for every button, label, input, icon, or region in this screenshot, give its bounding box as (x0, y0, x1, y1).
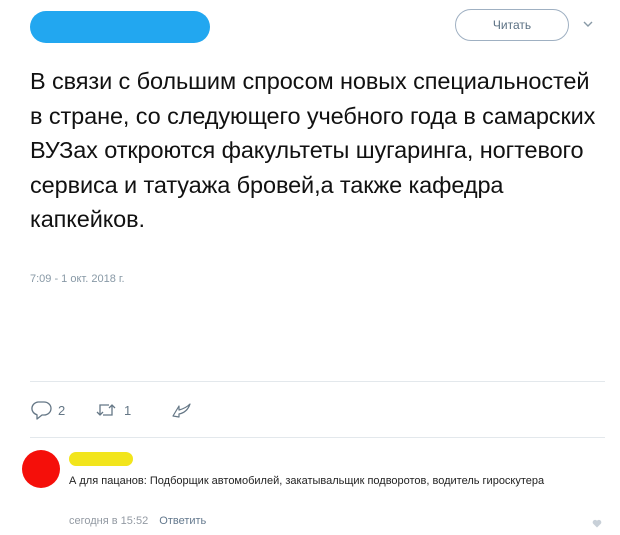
comment-text: А для пацанов: Подборщик автомобилей, за… (69, 475, 545, 487)
speech-bubble-icon (31, 401, 52, 420)
heart-icon[interactable] (592, 519, 602, 528)
divider (30, 437, 605, 438)
redacted-author-name (30, 11, 210, 43)
divider (30, 381, 605, 382)
reply-count: 2 (58, 402, 66, 418)
reply-link[interactable]: Ответить (159, 515, 206, 527)
redacted-comment-author (69, 452, 133, 466)
retweet-count: 1 (124, 402, 132, 418)
follow-button-label: Читать (492, 18, 532, 32)
retweet-button[interactable]: 1 (94, 396, 131, 424)
comment-time: сегодня в 15:52 (69, 515, 149, 527)
comment: А для пацанов: Подборщик автомобилей, за… (0, 440, 620, 535)
share-button[interactable] (170, 396, 192, 424)
reply-button[interactable]: 2 (30, 396, 65, 424)
comment-meta: сегодня в 15:52 Ответить (69, 515, 206, 527)
chevron-down-icon[interactable] (581, 17, 595, 31)
tweet-timestamp: 7:09 - 1 окт. 2018 г. (30, 273, 125, 285)
retweet-icon (96, 404, 116, 416)
share-icon (172, 403, 191, 418)
avatar[interactable] (22, 450, 60, 488)
follow-button[interactable]: Читать (455, 9, 569, 41)
tweet-screenshot: Читать В связи с большим спросом новых с… (0, 0, 620, 535)
tweet-text: В связи с большим спросом новых специаль… (30, 68, 596, 232)
